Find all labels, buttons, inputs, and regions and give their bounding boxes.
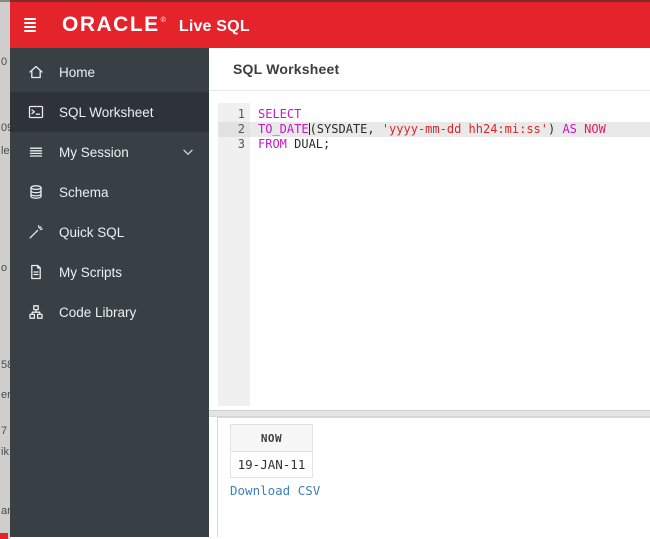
- background-text-fragment: 0: [1, 56, 8, 68]
- oracle-logo: ORACLE: [62, 13, 160, 36]
- document-icon: [31, 264, 41, 280]
- results-table: NOW 19-JAN-11: [230, 424, 313, 478]
- list-icon: [29, 147, 43, 157]
- code-line-3: 3 FROM DUAL;: [218, 137, 650, 152]
- wand-icon: [29, 225, 43, 239]
- chevron-down-icon: [183, 149, 193, 155]
- code-token: 'yyyy-mm-dd hh24:mi:ss': [381, 122, 548, 136]
- sql-code-editor[interactable]: 1 SELECT 2 TO_DATE(SYSDATE, 'yyyy-mm-dd …: [218, 103, 650, 406]
- background-text-fragment: ar: [1, 505, 10, 517]
- code-token: FROM: [258, 137, 287, 151]
- background-text-fragment: 58: [1, 359, 10, 371]
- sidebar-item-my-session[interactable]: My Session: [10, 132, 209, 172]
- code-token: NOW: [584, 122, 606, 136]
- results-cell: 19-JAN-11: [230, 451, 313, 478]
- page-title: SQL Worksheet: [233, 61, 340, 77]
- app-window: ORACLE ® Live SQL Home SQL Worksheet My …: [10, 0, 650, 539]
- line-number: 3: [237, 137, 245, 151]
- sidebar-item-label: My Scripts: [59, 264, 123, 280]
- background-text-fragment: en: [1, 389, 10, 401]
- background-text-fragment: 09: [1, 122, 10, 134]
- editor-results-splitter[interactable]: [209, 410, 650, 417]
- sidebar-nav: Home SQL Worksheet My Session Schema Qui…: [10, 48, 209, 537]
- code-token: ): [548, 122, 563, 136]
- line-number: 1: [237, 107, 245, 121]
- app-title: Live SQL: [178, 18, 250, 35]
- results-column-header: NOW: [230, 424, 313, 452]
- sidebar-item-label: Home: [59, 64, 96, 80]
- sidebar-item-label: Code Library: [59, 304, 137, 320]
- background-red-fragment: [0, 533, 8, 539]
- terminal-icon: [28, 105, 44, 119]
- code-token: DUAL;: [286, 137, 331, 151]
- code-token: TO_DATE: [258, 122, 309, 136]
- background-strip-shade: [0, 0, 10, 2]
- sidebar-item-home[interactable]: Home: [10, 52, 209, 92]
- table-row: 19-JAN-11: [230, 451, 313, 478]
- sidebar-item-my-scripts[interactable]: My Scripts: [10, 252, 209, 292]
- background-text-fragment: le: [1, 145, 10, 157]
- code-token: AS: [562, 122, 577, 136]
- background-page-strip: 0 09 le o 58 en 7 ik ar: [0, 0, 10, 539]
- home-icon: [29, 65, 43, 79]
- sidebar-item-quick-sql[interactable]: Quick SQL: [10, 212, 209, 252]
- sidebar-item-schema[interactable]: Schema: [10, 172, 209, 212]
- top-bar: ORACLE ® Live SQL: [10, 0, 650, 48]
- code-line-1: 1 SELECT: [218, 107, 650, 122]
- sidebar-item-label: My Session: [59, 144, 129, 160]
- download-csv-link[interactable]: Download CSV: [230, 483, 320, 498]
- sidebar-item-label: Quick SQL: [59, 224, 125, 240]
- code-line-2-active: 2 TO_DATE(SYSDATE, 'yyyy-mm-dd hh24:mi:s…: [218, 122, 650, 137]
- registered-mark: ®: [160, 17, 166, 24]
- hierarchy-icon: [29, 305, 43, 319]
- sidebar-item-label: Schema: [59, 184, 109, 200]
- background-text-fragment: o: [1, 262, 8, 274]
- code-token: (SYSDATE,: [309, 122, 382, 136]
- line-number: 2: [218, 122, 250, 137]
- background-text-fragment: 7: [1, 425, 8, 437]
- worksheet-header: SQL Worksheet: [209, 48, 650, 91]
- database-icon: [30, 185, 42, 199]
- sidebar-item-sql-worksheet[interactable]: SQL Worksheet: [10, 92, 209, 132]
- code-token: SELECT: [258, 107, 302, 121]
- query-results-panel: NOW 19-JAN-11 Download CSV: [217, 417, 650, 537]
- brand[interactable]: ORACLE ® Live SQL: [62, 13, 250, 37]
- sidebar-item-code-library[interactable]: Code Library: [10, 292, 209, 332]
- hamburger-menu-icon[interactable]: [24, 17, 40, 33]
- background-text-fragment: ik: [1, 446, 9, 458]
- sidebar-item-label: SQL Worksheet: [59, 104, 154, 120]
- main-panel: SQL Worksheet 1 SELECT 2 TO_DATE(SYSDATE…: [209, 48, 650, 537]
